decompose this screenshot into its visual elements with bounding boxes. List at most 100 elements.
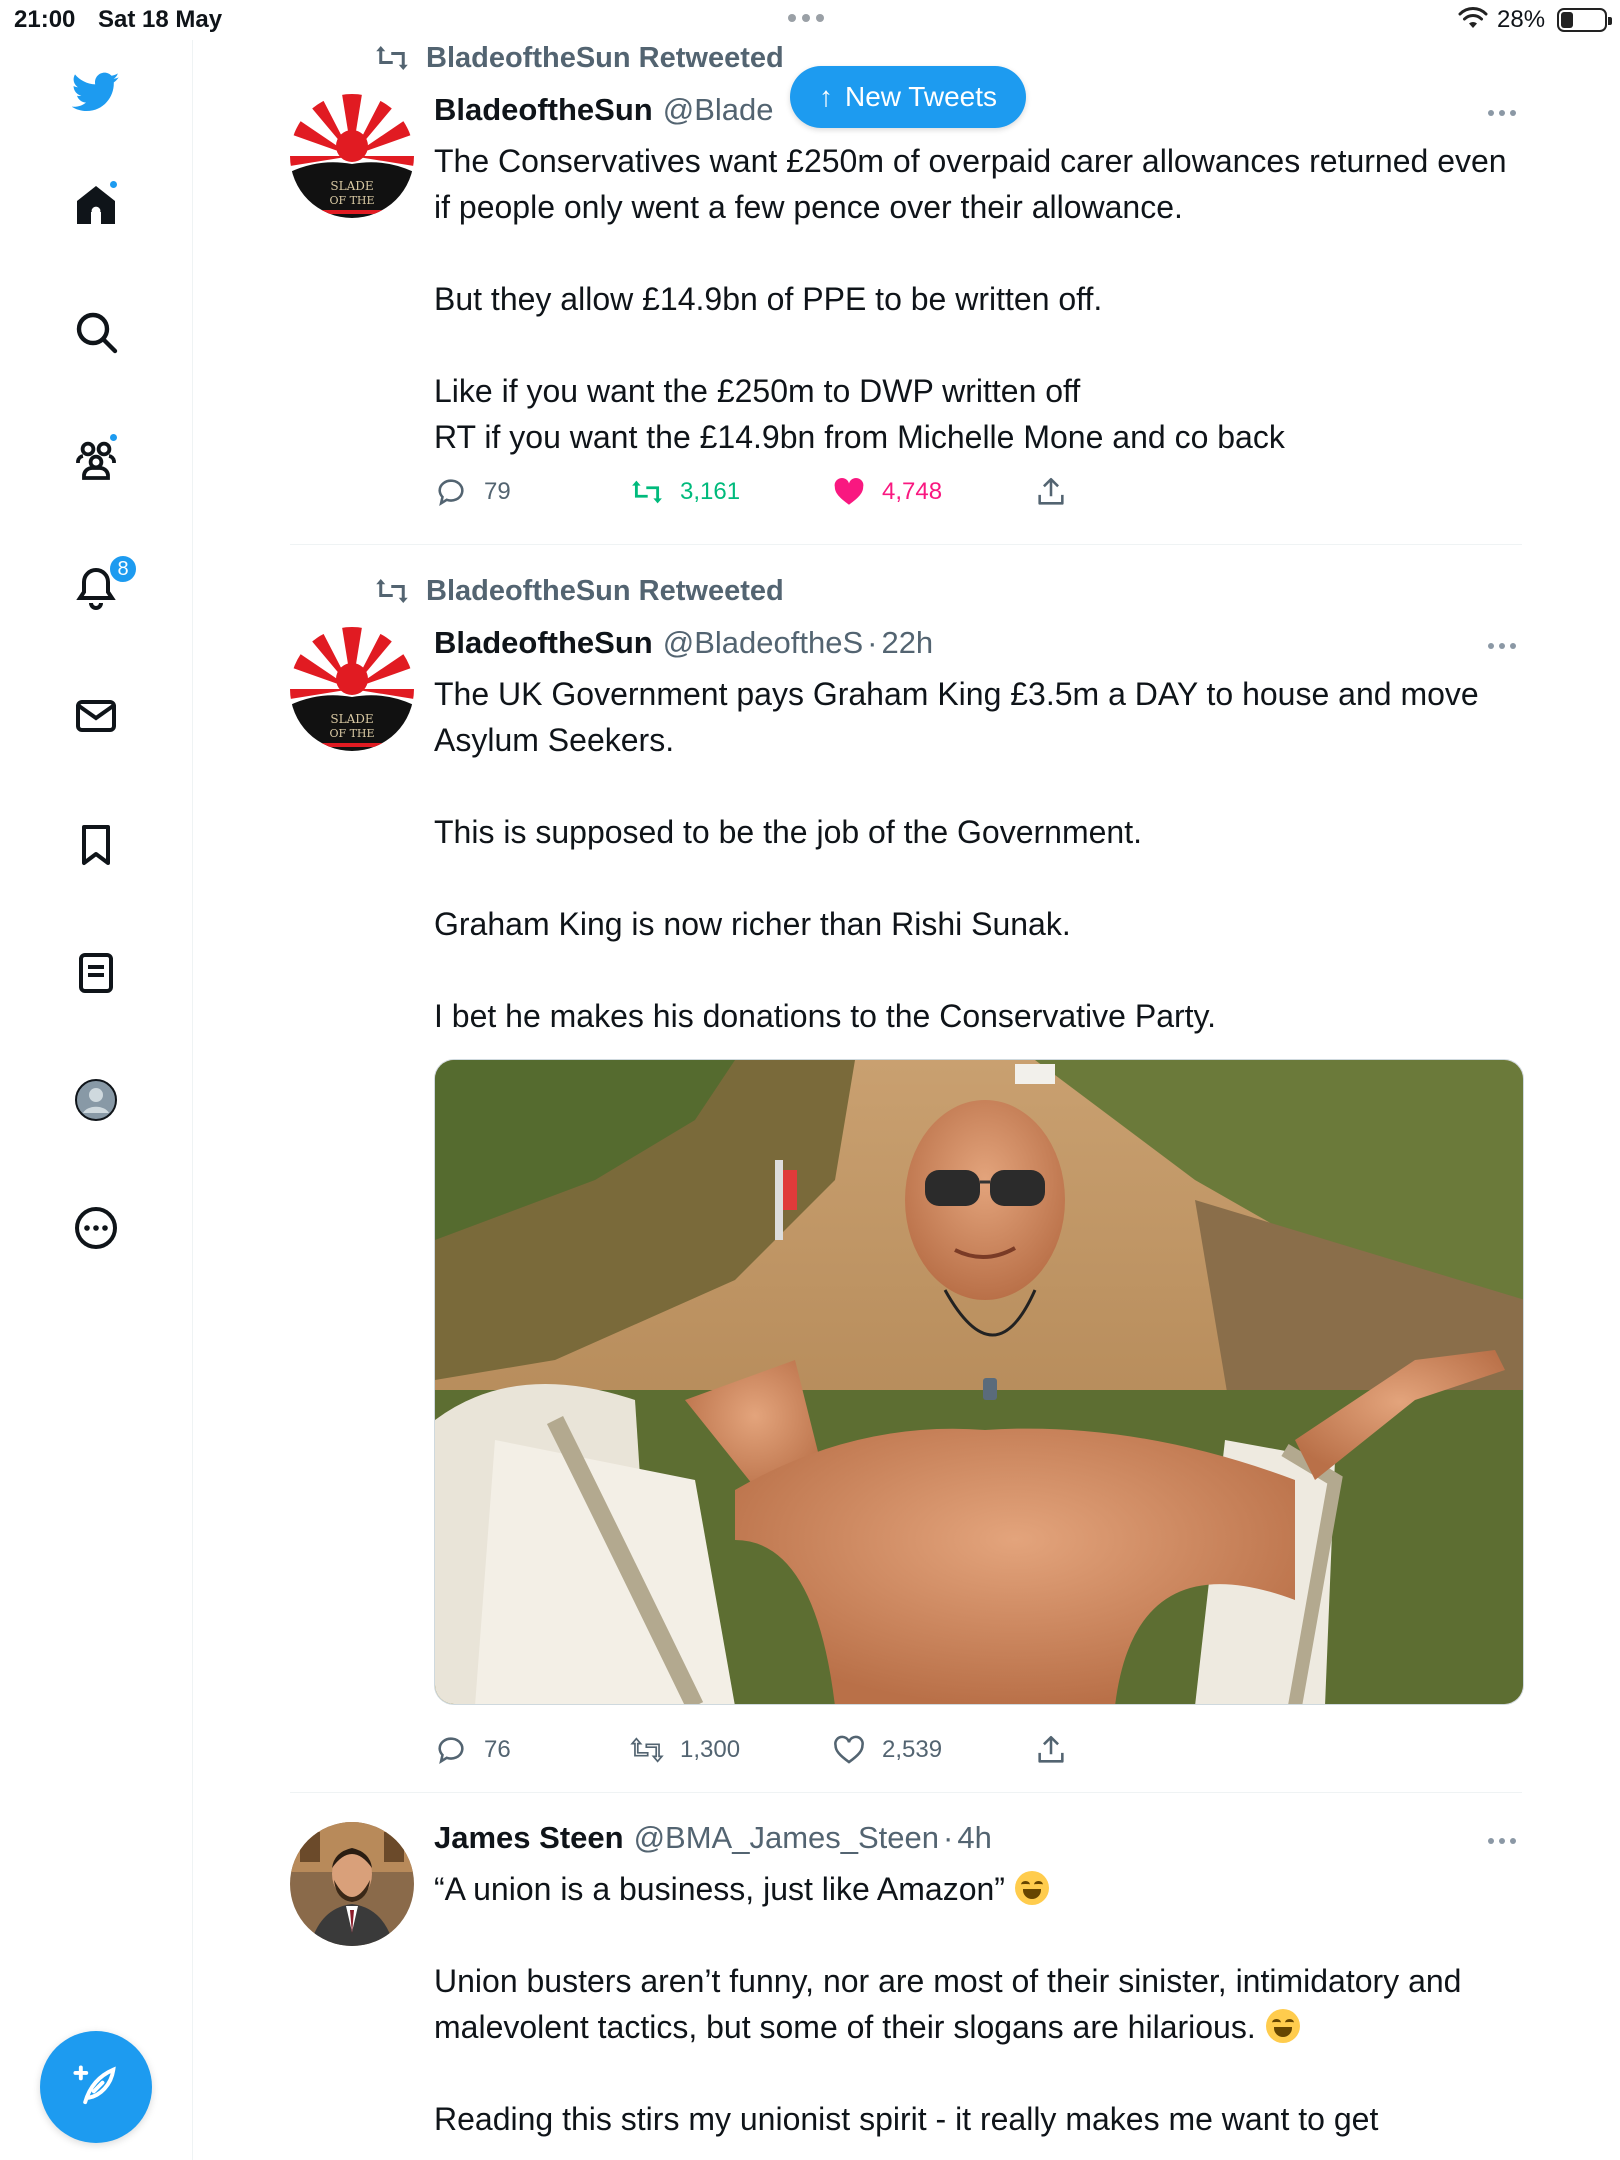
display-name[interactable]: BladeoftheSun (434, 92, 653, 128)
home-unread-dot (108, 179, 119, 190)
tweet[interactable]: BladeoftheSun Retweeted SLADE OF THE Bla… (290, 573, 1524, 1773)
status-bar: 21:00 Sat 18 May 28% (0, 0, 1620, 40)
svg-text:SLADE: SLADE (330, 179, 373, 193)
retweet-context: BladeoftheSun Retweeted (374, 573, 784, 609)
heart-icon (834, 1735, 864, 1764)
reply-count: 79 (484, 478, 511, 505)
retweet-context: BladeoftheSun Retweeted (374, 40, 784, 76)
tweet-paragraph: “A union is a business, just like Amazon… (434, 1871, 1005, 1907)
retweet-count: 3,161 (680, 478, 741, 505)
twitter-logo-icon[interactable] (64, 60, 128, 124)
home-icon[interactable] (64, 173, 128, 237)
tweet-text: The Conservatives want £250m of overpaid… (434, 138, 1524, 460)
tweet-header: BladeoftheSun @BladeoftheS · 22h (434, 625, 933, 661)
wifi-icon (1458, 7, 1488, 28)
tweet-paragraph: The UK Government pays Graham King £3.5m… (434, 676, 1479, 758)
tweet-divider (290, 544, 1522, 545)
separator-dot: · (943, 1820, 954, 1855)
tweet[interactable]: James Steen @BMA_James_Steen · 4h “A uni… (290, 1814, 1522, 2160)
bookmarks-icon[interactable] (64, 813, 128, 877)
profile-icon[interactable] (64, 1068, 128, 1132)
tweet-time[interactable]: 4h (957, 1820, 991, 1856)
retweet-icon (632, 480, 662, 504)
tweet-header: James Steen @BMA_James_Steen · 4h (434, 1820, 992, 1856)
tweet-photo[interactable] (434, 1059, 1524, 1705)
arrow-up-icon: ↑ (819, 81, 833, 112)
retweet-icon (376, 46, 408, 70)
tweet-actions: 76 1,300 2,539 (434, 1733, 1114, 1773)
search-icon[interactable] (64, 300, 128, 364)
tweet-actions: 79 3,161 4,748 (434, 475, 1114, 515)
more-options-icon[interactable] (1482, 110, 1522, 116)
tweet-divider (290, 1792, 1522, 1793)
share-icon (1038, 1735, 1064, 1763)
laughing-emoji-icon (1014, 1871, 1049, 1905)
more-options-icon[interactable] (1482, 643, 1522, 649)
notifications-icon[interactable]: 8 (64, 554, 138, 620)
retweet-button[interactable]: 3,161 (630, 475, 740, 509)
status-date: Sat 18 May (98, 6, 223, 33)
tweet-paragraph: RT if you want the £14.9bn from Michelle… (434, 419, 1285, 455)
notifications-badge: 8 (108, 554, 138, 584)
avatar[interactable]: SLADE OF THE (290, 94, 414, 218)
avatar[interactable] (290, 1822, 414, 1946)
compose-tweet-icon (73, 2065, 116, 2105)
retweet-icon (630, 1737, 664, 1763)
user-handle[interactable]: @BMA_James_Steen (634, 1820, 939, 1856)
tweet-text: “A union is a business, just like Amazon… (434, 1866, 1524, 2142)
messages-icon[interactable] (64, 684, 128, 748)
svg-text:OF THE: OF THE (329, 727, 374, 740)
lists-icon[interactable] (64, 941, 128, 1005)
status-time: 21:00 (14, 6, 76, 33)
retweeted-by-label: BladeoftheSun Retweeted (426, 41, 784, 74)
battery-icon (1557, 8, 1612, 32)
retweeted-by-label: BladeoftheSun Retweeted (426, 574, 784, 607)
tweet-paragraph: Graham King is now richer than Rishi Sun… (434, 906, 1071, 942)
new-tweets-label: New Tweets (845, 81, 997, 112)
communities-icon[interactable] (64, 428, 128, 492)
tweet-paragraph: This is supposed to be the job of the Go… (434, 814, 1142, 850)
retweet-count: 1,300 (680, 1736, 741, 1763)
like-button[interactable]: 4,748 (832, 475, 942, 509)
avatar[interactable]: SLADE OF THE (290, 627, 414, 751)
battery-percent: 28% (1497, 6, 1546, 33)
svg-text:SLADE: SLADE (330, 712, 373, 726)
tweet-time[interactable]: 22h (881, 625, 933, 661)
like-count: 4,748 (882, 478, 943, 505)
communities-unread-dot (108, 432, 119, 443)
laughing-emoji-icon (1265, 2009, 1300, 2043)
svg-text:OF THE: OF THE (329, 194, 374, 207)
share-icon (1038, 477, 1064, 505)
display-name[interactable]: James Steen (434, 1820, 624, 1856)
reply-icon (438, 1737, 464, 1765)
reply-count: 76 (484, 1736, 511, 1763)
like-button[interactable]: 2,539 (832, 1733, 942, 1767)
new-tweets-button[interactable]: ↑ New Tweets (790, 66, 1026, 128)
user-handle[interactable]: @BladeoftheS (663, 625, 863, 661)
tweet-header: BladeoftheSun @Blade (434, 92, 774, 128)
tweet-paragraph: Reading this stirs my unionist spirit - … (434, 2101, 1379, 2137)
retweet-button[interactable]: 1,300 (630, 1733, 740, 1767)
tweet-paragraph: Union busters aren’t funny, nor are most… (434, 1963, 1462, 2045)
user-handle[interactable]: @Blade (663, 92, 774, 128)
tweet-text: The UK Government pays Graham King £3.5m… (434, 671, 1524, 1039)
compose-tweet-button[interactable] (40, 2031, 152, 2143)
sidebar: 8 (0, 40, 193, 2160)
share-button[interactable] (1034, 1733, 1068, 1767)
tweet-paragraph: But they allow £14.9bn of PPE to be writ… (434, 281, 1103, 317)
tweet-paragraph: Like if you want the £250m to DWP writte… (434, 373, 1081, 409)
heart-filled-icon (834, 477, 864, 505)
reply-icon (438, 479, 464, 507)
more-options-icon[interactable] (1482, 1838, 1522, 1844)
reply-button[interactable]: 79 (434, 475, 511, 509)
retweet-icon (376, 579, 408, 603)
multitasking-dots-icon[interactable] (788, 14, 824, 22)
tweet-paragraph: I bet he makes his donations to the Cons… (434, 998, 1217, 1034)
like-count: 2,539 (882, 1736, 943, 1763)
reply-button[interactable]: 76 (434, 1733, 511, 1767)
share-button[interactable] (1034, 475, 1068, 509)
more-icon[interactable] (64, 1196, 128, 1260)
separator-dot: · (867, 625, 878, 660)
tweet-paragraph: The Conservatives want £250m of overpaid… (434, 143, 1507, 225)
display-name[interactable]: BladeoftheSun (434, 625, 653, 661)
